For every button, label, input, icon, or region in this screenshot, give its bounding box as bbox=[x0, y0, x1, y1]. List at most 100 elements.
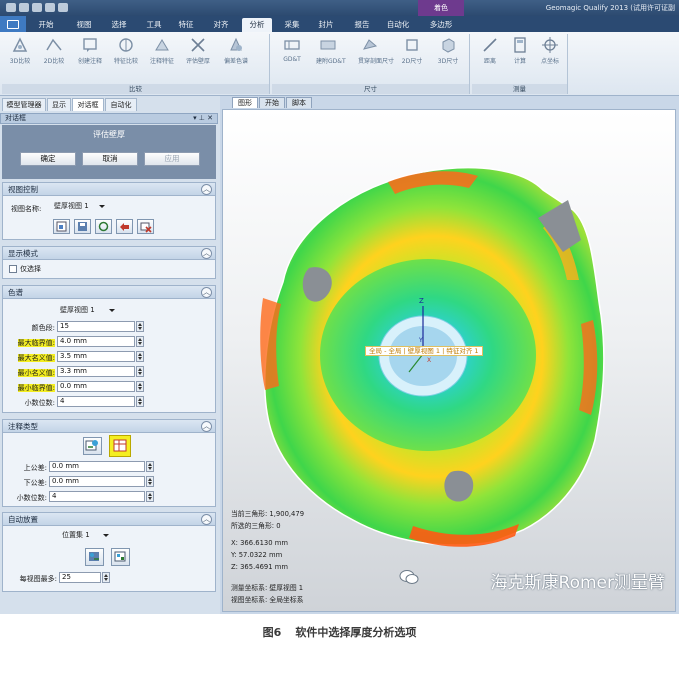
crosshair-icon bbox=[542, 37, 558, 53]
lower-tolerance-stepper[interactable] bbox=[146, 476, 154, 487]
color-segments-field[interactable]: 15 bbox=[57, 321, 135, 332]
clear-placement-button[interactable] bbox=[111, 548, 130, 566]
per-view-max-stepper[interactable] bbox=[102, 572, 110, 583]
tab-home[interactable]: 开始 bbox=[32, 18, 60, 32]
upper-tolerance-field[interactable]: 0.0 mm bbox=[49, 461, 145, 472]
dialog-title: 评估壁厚 bbox=[2, 125, 216, 145]
apply-button[interactable]: 应用 bbox=[144, 152, 200, 166]
min-nominal-stepper[interactable] bbox=[136, 366, 144, 377]
tab-capture[interactable]: 采集 bbox=[278, 18, 306, 32]
evaluate-thickness-button[interactable]: 评估壁厚 bbox=[186, 36, 210, 65]
annotation-type-a-button[interactable] bbox=[83, 437, 102, 455]
graphics-viewport[interactable]: Z Y X 全局 - 全局 | 壁厚视图 1 | 特征对齐 1 当前三角形: 1… bbox=[222, 109, 676, 612]
tab-script[interactable]: 脚本 bbox=[286, 97, 312, 108]
ribbon: 3D比较 2D比较 创建注释 特征比较 注释特征 评估壁厚 偏差色谱 比较 GD… bbox=[0, 32, 679, 96]
section-header[interactable]: 自动放置 ︿ bbox=[3, 513, 215, 526]
file-menu-button[interactable] bbox=[0, 16, 26, 32]
tab-analysis[interactable]: 分析 bbox=[242, 18, 272, 32]
section-dimension-button[interactable]: 贯穿剖面尺寸 bbox=[358, 36, 394, 65]
current-triangles: 当前三角形: 1,900,479 bbox=[231, 510, 305, 518]
calculate-button[interactable]: 计算 bbox=[508, 36, 532, 65]
tab-automation[interactable]: 自动化 bbox=[382, 18, 414, 32]
position-set-select[interactable]: 位置集 1 bbox=[59, 531, 111, 542]
tab-patch[interactable]: 封片 bbox=[312, 18, 340, 32]
max-nominal-label: 最大名义值: bbox=[17, 354, 55, 362]
2d-compare-icon bbox=[46, 38, 62, 51]
tab-start[interactable]: 开始 bbox=[259, 97, 285, 108]
min-nominal-field[interactable]: 3.3 mm bbox=[57, 366, 135, 377]
create-annotation-button[interactable]: 创建注释 bbox=[78, 36, 102, 65]
min-critical-field[interactable]: 0.0 mm bbox=[57, 381, 135, 392]
3d-dimension-button[interactable]: 3D尺寸 bbox=[436, 36, 460, 65]
view-new-button[interactable] bbox=[53, 219, 70, 234]
gdt-button[interactable]: GD&T bbox=[280, 36, 304, 63]
build-gdt-button[interactable]: 建附GD&T bbox=[316, 36, 346, 65]
view-delete-button[interactable] bbox=[137, 219, 154, 234]
annotation-type-b-button[interactable] bbox=[109, 435, 131, 457]
max-nominal-field[interactable]: 3.5 mm bbox=[57, 351, 135, 362]
annotation-decimals-field[interactable]: 4 bbox=[49, 491, 145, 502]
thickness-map-model[interactable]: Z Y X bbox=[223, 110, 676, 612]
view-refresh-button[interactable] bbox=[95, 219, 112, 234]
lower-tolerance-field[interactable]: 0.0 mm bbox=[49, 476, 145, 487]
annotate-feature-button[interactable]: 注释特征 bbox=[150, 36, 174, 65]
tab-report[interactable]: 报告 bbox=[348, 18, 376, 32]
section-header[interactable]: 注释类型 ︿ bbox=[3, 420, 215, 433]
upper-tolerance-stepper[interactable] bbox=[146, 461, 154, 472]
max-critical-field[interactable]: 4.0 mm bbox=[57, 336, 135, 347]
ok-button[interactable]: 确定 bbox=[20, 152, 76, 166]
collapse-icon[interactable]: ︿ bbox=[201, 514, 212, 525]
view-save-button[interactable] bbox=[74, 219, 91, 234]
decimals-field[interactable]: 4 bbox=[57, 396, 135, 407]
tab-features[interactable]: 特征 bbox=[172, 18, 200, 32]
tab-display[interactable]: 显示 bbox=[47, 98, 71, 111]
pin-close-icon[interactable]: ▾ ⊥ ✕ bbox=[193, 114, 213, 123]
decimals-stepper[interactable] bbox=[136, 396, 144, 407]
2d-dimension-button[interactable]: 2D尺寸 bbox=[400, 36, 424, 65]
max-nominal-stepper[interactable] bbox=[136, 351, 144, 362]
tab-automation-panel[interactable]: 自动化 bbox=[105, 98, 137, 111]
spectrum-select[interactable]: 壁厚视图 1 bbox=[57, 306, 117, 317]
build-gdt-icon bbox=[320, 40, 336, 50]
collapse-icon[interactable]: ︿ bbox=[201, 421, 212, 432]
save-icon[interactable] bbox=[19, 3, 29, 12]
context-tab-coloring[interactable]: 着色 bbox=[418, 0, 464, 16]
view-name-select[interactable]: 壁厚视图 1 bbox=[51, 202, 107, 213]
collapse-icon[interactable]: ︿ bbox=[201, 184, 212, 195]
tab-view[interactable]: 视图 bbox=[70, 18, 98, 32]
undo-icon[interactable] bbox=[32, 3, 42, 12]
section-header[interactable]: 色谱 ︿ bbox=[3, 286, 215, 299]
cancel-button[interactable]: 取消 bbox=[82, 152, 138, 166]
min-critical-stepper[interactable] bbox=[136, 381, 144, 392]
distance-button[interactable]: 距离 bbox=[478, 36, 502, 65]
deviation-spectrum-button[interactable]: 偏差色谱 bbox=[224, 36, 248, 65]
dropdown-icon[interactable] bbox=[58, 3, 68, 12]
auto-place-button[interactable] bbox=[85, 548, 104, 566]
redo-icon[interactable] bbox=[45, 3, 55, 12]
tab-dialog[interactable]: 对话框 bbox=[72, 98, 104, 111]
view-restore-button[interactable] bbox=[116, 219, 133, 234]
app-icon[interactable] bbox=[6, 3, 16, 12]
max-critical-stepper[interactable] bbox=[136, 336, 144, 347]
point-coordinate-button[interactable]: 点坐标 bbox=[538, 36, 562, 65]
tab-graphics[interactable]: 图形 bbox=[232, 97, 258, 108]
ribbon-tab-row: 开始 视图 选择 工具 特征 对齐 分析 采集 封片 报告 自动化 多边形 bbox=[0, 16, 679, 32]
per-view-max-field[interactable]: 25 bbox=[59, 572, 101, 583]
section-header[interactable]: 视图控制 ︿ bbox=[3, 183, 215, 196]
tab-align[interactable]: 对齐 bbox=[207, 18, 235, 32]
tab-model-manager[interactable]: 模型管理器 bbox=[2, 98, 46, 111]
only-selected-checkbox[interactable] bbox=[9, 265, 17, 273]
section-header[interactable]: 显示模式 ︿ bbox=[3, 247, 215, 260]
tab-polygon[interactable]: 多边形 bbox=[424, 18, 458, 32]
color-segments-stepper[interactable] bbox=[136, 321, 144, 332]
collapse-icon[interactable]: ︿ bbox=[201, 248, 212, 259]
2d-compare-button[interactable]: 2D比较 bbox=[42, 36, 66, 65]
tab-tools[interactable]: 工具 bbox=[140, 18, 168, 32]
collapse-icon[interactable]: ︿ bbox=[201, 287, 212, 298]
feature-compare-button[interactable]: 特征比较 bbox=[114, 36, 138, 65]
annotation-decimals-stepper[interactable] bbox=[146, 491, 154, 502]
3d-compare-button[interactable]: 3D比较 bbox=[8, 36, 32, 65]
refresh-view-icon bbox=[98, 221, 109, 232]
coord-z: Z: 365.4691 mm bbox=[231, 563, 288, 571]
tab-select[interactable]: 选择 bbox=[105, 18, 133, 32]
